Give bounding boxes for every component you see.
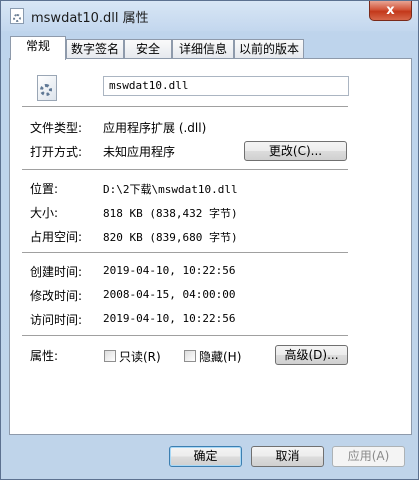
- advanced-button[interactable]: 高级(D)...: [275, 345, 348, 365]
- created-value: 2019-04-10, 10:22:56: [103, 264, 236, 277]
- divider: [22, 169, 348, 171]
- open-with-label: 打开方式:: [30, 145, 83, 159]
- tab-security[interactable]: 安全: [124, 39, 172, 58]
- file-name-input[interactable]: mswdat10.dll: [103, 76, 349, 96]
- file-type-label: 文件类型:: [30, 121, 83, 135]
- hidden-label[interactable]: 隐藏(H): [199, 348, 241, 365]
- dll-file-icon: [10, 8, 24, 24]
- close-button[interactable]: x: [369, 1, 412, 21]
- readonly-label[interactable]: 只读(R): [119, 348, 161, 365]
- accessed-label: 访问时间:: [30, 313, 83, 327]
- readonly-checkbox[interactable]: [104, 350, 116, 362]
- hidden-checkbox[interactable]: [184, 350, 196, 362]
- size-on-disk-value: 820 KB (839,680 字节): [103, 231, 238, 244]
- title-bar[interactable]: mswdat10.dll 属性 x: [1, 1, 418, 31]
- size-on-disk-label: 占用空间:: [30, 230, 83, 244]
- general-tab-panel: mswdat10.dll 文件类型: 应用程序扩展 (.dll) 打开方式: 未…: [9, 58, 412, 435]
- tab-previous-versions[interactable]: 以前的版本: [234, 39, 304, 58]
- tab-general[interactable]: 常规: [10, 36, 66, 60]
- dll-file-icon: [37, 75, 57, 101]
- location-value: D:\2下载\mswdat10.dll: [103, 183, 238, 196]
- modified-label: 修改时间:: [30, 289, 83, 303]
- properties-dialog: mswdat10.dll 属性 x 常规 数字签名 安全 详细信息 以前的版本 …: [0, 0, 419, 480]
- window-title: mswdat10.dll 属性: [31, 11, 149, 26]
- divider: [22, 106, 348, 108]
- size-label: 大小:: [30, 206, 59, 220]
- tab-digital-signatures[interactable]: 数字签名: [66, 39, 124, 58]
- created-label: 创建时间:: [30, 265, 83, 279]
- attributes-label: 属性:: [30, 349, 59, 363]
- divider: [22, 252, 348, 254]
- accessed-value: 2019-04-10, 10:22:56: [103, 312, 236, 325]
- open-with-value: 未知应用程序: [103, 145, 176, 159]
- file-type-value: 应用程序扩展 (.dll): [103, 121, 207, 135]
- location-label: 位置:: [30, 182, 59, 196]
- ok-button[interactable]: 确定: [169, 446, 242, 467]
- modified-value: 2008-04-15, 04:00:00: [103, 288, 236, 301]
- change-button[interactable]: 更改(C)...: [244, 141, 347, 161]
- apply-button: 应用(A): [332, 446, 405, 467]
- tab-details[interactable]: 详细信息: [172, 39, 234, 58]
- divider: [22, 335, 348, 337]
- size-value: 818 KB (838,432 字节): [103, 207, 238, 220]
- cancel-button[interactable]: 取消: [251, 446, 324, 467]
